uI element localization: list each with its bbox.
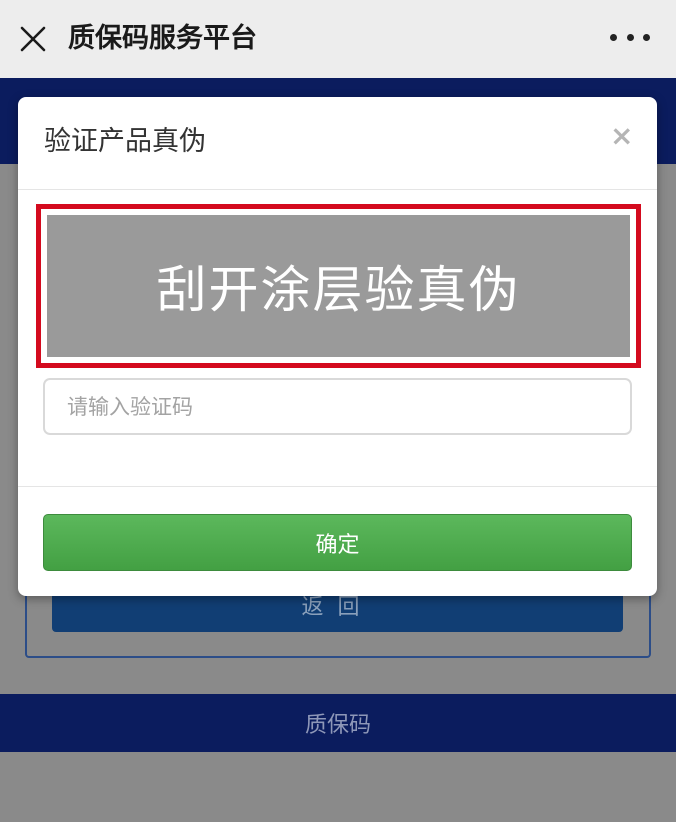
footer-band: 质保码 (0, 694, 676, 752)
title-bar: 质保码服务平台 (0, 0, 676, 78)
dot (610, 34, 617, 41)
page-title: 质保码服务平台 (68, 23, 257, 54)
page-bottom (0, 752, 676, 822)
scratch-highlight-frame: 刮开涂层验真伪 (36, 204, 641, 368)
verify-modal: 验证产品真伪 × 刮开涂层验真伪 确定 (18, 97, 657, 596)
footer-text: 质保码 (304, 713, 371, 738)
verification-code-input[interactable] (43, 378, 632, 435)
dot (626, 34, 634, 41)
modal-close-icon[interactable]: × (610, 121, 633, 151)
confirm-button[interactable]: 确定 (43, 514, 632, 571)
more-dots-icon[interactable] (610, 34, 650, 44)
dot (643, 34, 650, 41)
close-icon[interactable] (18, 24, 48, 54)
modal-title: 验证产品真伪 (44, 126, 206, 157)
modal-header-divider (18, 189, 657, 190)
modal-footer-divider (18, 486, 657, 487)
scratch-card-area[interactable]: 刮开涂层验真伪 (47, 215, 630, 357)
